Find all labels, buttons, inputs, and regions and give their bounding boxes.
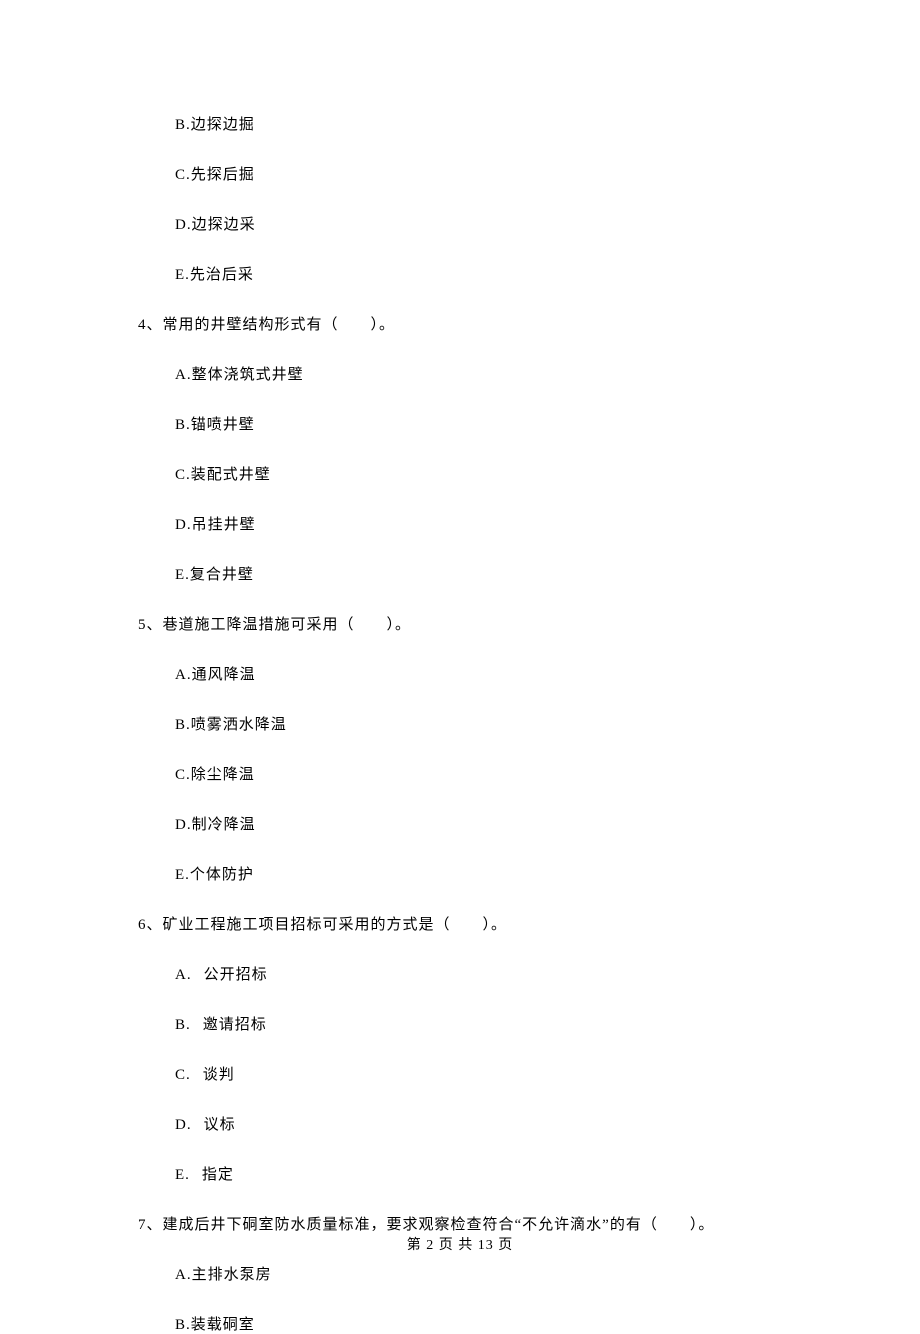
q4-option-a: A.整体浇筑式井壁 (175, 363, 820, 384)
option-b: B.边探边掘 (175, 113, 820, 134)
question-4: 4、常用的井壁结构形式有（ ）。 (138, 313, 820, 334)
q4-option-c: C.装配式井壁 (175, 463, 820, 484)
option-letter: B. (175, 1017, 191, 1033)
option-text: 邀请招标 (203, 1017, 267, 1033)
q6-option-b: B. 邀请招标 (175, 1013, 820, 1034)
question-6: 6、矿业工程施工项目招标可采用的方式是（ ）。 (138, 913, 820, 934)
option-letter: E. (175, 1167, 190, 1183)
page-footer: 第 2 页 共 13 页 (0, 1234, 920, 1254)
option-text: 谈判 (203, 1067, 235, 1083)
option-letter: A. (175, 967, 192, 983)
q4-option-b: B.锚喷井壁 (175, 413, 820, 434)
q6-option-d: D. 议标 (175, 1113, 820, 1134)
q7-option-a: A.主排水泵房 (175, 1263, 820, 1284)
option-c: C.先探后掘 (175, 163, 820, 184)
q4-option-e: E.复合井壁 (175, 563, 820, 584)
q7-option-b: B.装载硐室 (175, 1313, 820, 1334)
option-text: 议标 (204, 1117, 236, 1133)
q6-option-e: E. 指定 (175, 1163, 820, 1184)
option-e: E.先治后采 (175, 263, 820, 284)
option-text: 指定 (202, 1167, 234, 1183)
q4-option-d: D.吊挂井壁 (175, 513, 820, 534)
question-7: 7、建成后井下硐室防水质量标准，要求观察检查符合“不允许滴水”的有（ ）。 (138, 1213, 820, 1234)
question-5: 5、巷道施工降温措施可采用（ ）。 (138, 613, 820, 634)
option-letter: C. (175, 1067, 191, 1083)
option-text: 公开招标 (204, 967, 268, 983)
q5-option-e: E.个体防护 (175, 863, 820, 884)
option-letter: D. (175, 1117, 192, 1133)
q5-option-d: D.制冷降温 (175, 813, 820, 834)
q5-option-c: C.除尘降温 (175, 763, 820, 784)
q6-option-a: A. 公开招标 (175, 963, 820, 984)
document-content: B.边探边掘 C.先探后掘 D.边探边采 E.先治后采 4、常用的井壁结构形式有… (0, 0, 920, 1334)
q6-option-c: C. 谈判 (175, 1063, 820, 1084)
q5-option-a: A.通风降温 (175, 663, 820, 684)
q5-option-b: B.喷雾洒水降温 (175, 713, 820, 734)
option-d: D.边探边采 (175, 213, 820, 234)
